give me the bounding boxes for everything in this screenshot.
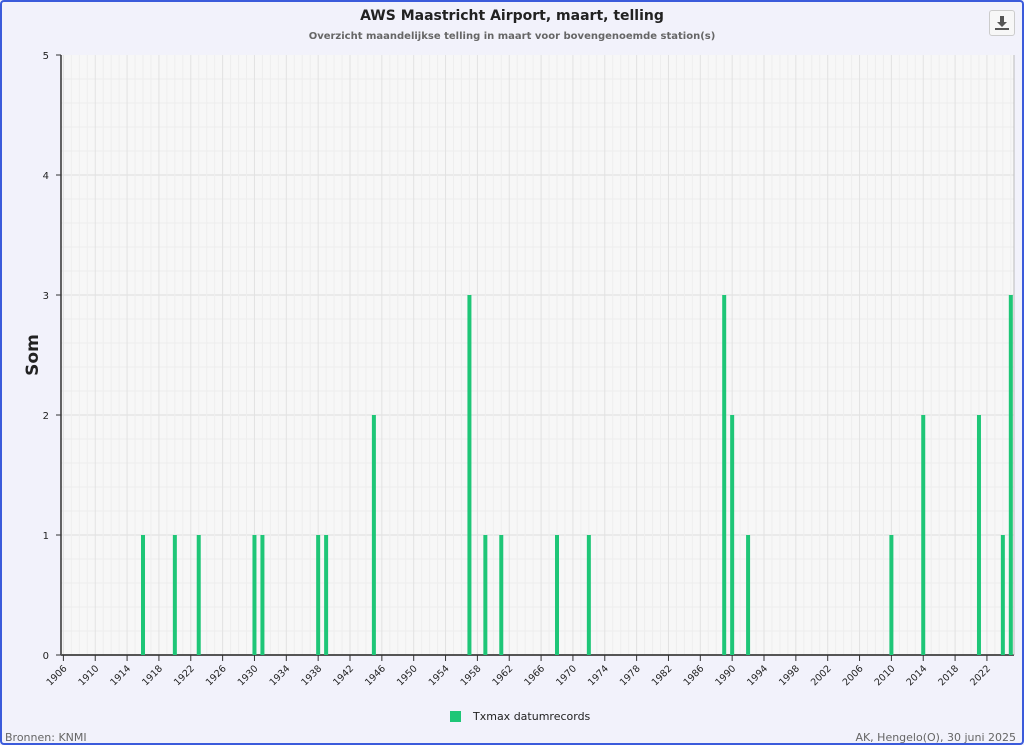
bar [467,295,472,655]
bar [172,535,177,655]
x-tick-label: 1906 [45,663,70,688]
bar [976,415,981,655]
source-note: Bronnen: KNMI [5,731,87,744]
legend-item[interactable]: Txmax datumrecords [450,710,590,723]
bar [316,535,321,655]
y-tick-label: 3 [43,291,49,302]
x-tick-label: 1982 [650,663,675,688]
bar [371,415,376,655]
x-tick-label: 1974 [586,663,611,688]
x-tick-label: 1934 [268,663,293,688]
y-tick-label: 4 [43,171,49,182]
x-tick-label: 1930 [236,663,261,688]
credit-note: AK, Hengelo(O), 30 juni 2025 [855,731,1016,744]
legend-label: Txmax datumrecords [473,710,591,723]
bar [730,415,735,655]
bar [1000,535,1005,655]
bar [1008,295,1013,655]
x-tick-label: 1922 [172,663,197,688]
x-tick-label: 1990 [713,663,738,688]
plot-background [61,55,1014,655]
bar [746,535,751,655]
x-tick-label: 1962 [490,663,515,688]
x-tick-label: 1942 [331,663,356,688]
x-tick-label: 1954 [427,663,452,688]
bar [141,535,146,655]
x-tick-label: 2018 [936,663,961,688]
x-tick-label: 1966 [522,663,547,688]
x-tick-label: 2010 [873,663,898,688]
chart-plot: 0123451906 1910 1914 1918 1922 1926 1930 1934 19… [43,51,1015,688]
x-tick-label: 2006 [841,663,866,688]
bar [722,295,727,655]
x-tick-label: 1998 [777,663,802,688]
x-tick-label: 1994 [745,663,770,688]
x-tick-label: 1910 [76,663,101,688]
bar [499,535,504,655]
x-tick-label: 1970 [554,663,579,688]
bar [196,535,201,655]
x-tick-label: 1986 [682,663,707,688]
x-tick-label: 1978 [618,663,643,688]
x-tick-label: 1926 [204,663,229,688]
x-tick-label: 1958 [459,663,484,688]
bar [555,535,560,655]
bar [586,535,591,655]
x-tick-label: 1950 [395,663,420,688]
x-tick-label: 1938 [299,663,324,688]
bar [252,535,257,655]
x-tick-label: 1914 [108,663,133,688]
y-tick-label: 2 [43,411,49,422]
x-tick-label: 1946 [363,663,388,688]
x-tick-label: 1918 [140,663,165,688]
bar [260,535,265,655]
x-tick-label: 2022 [968,663,993,688]
x-tick-label: 2014 [904,663,929,688]
y-tick-label: 0 [43,651,49,662]
y-tick-label: 5 [43,51,49,62]
x-tick-label: 2002 [809,663,834,688]
y-tick-label: 1 [43,531,49,542]
bar [324,535,329,655]
bar [889,535,894,655]
bar [483,535,488,655]
bar [921,415,926,655]
legend-swatch [450,711,461,722]
